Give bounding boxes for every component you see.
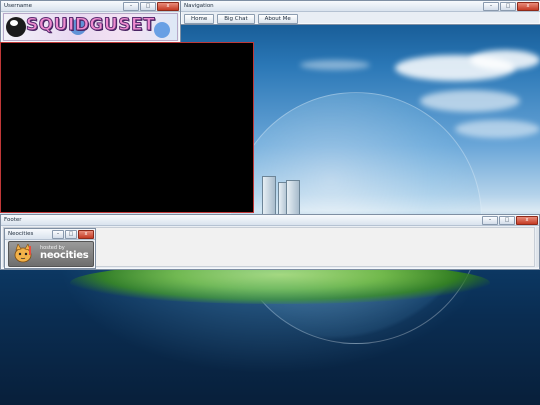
footer-scrollbar[interactable] [536,227,539,267]
neocities-window-title: Neocities [8,231,34,237]
username-banner-text: SQUIDGUSET [25,15,156,36]
nav-home-button[interactable]: Home [184,14,215,24]
minimize-icon[interactable]: – [52,230,64,239]
nav-big-chat-button[interactable]: Big Chat [217,14,255,24]
close-icon[interactable]: x [516,216,538,225]
minimize-icon[interactable]: – [123,2,139,11]
maximize-icon[interactable]: □ [140,2,156,11]
navigation-window: Navigation – □ x Home Big Chat About Me [180,0,540,25]
close-icon[interactable]: x [157,2,179,11]
neocities-cat-icon [14,244,32,263]
username-window: Username – □ x SQUIDGUSET [0,0,181,43]
neocities-window: Neocities – □ x hosted by neocities [4,228,96,269]
close-icon[interactable]: x [78,230,94,239]
maximize-icon[interactable]: □ [65,230,77,239]
neocities-badge[interactable]: hosted by neocities [8,241,94,267]
minimize-icon[interactable]: – [483,2,499,11]
username-window-title: Username [4,3,33,9]
username-banner: SQUIDGUSET [3,13,178,41]
maximize-icon[interactable]: □ [500,2,516,11]
navigation-window-title: Navigation [184,3,214,9]
close-icon[interactable]: x [517,2,539,11]
nav-about-me-button[interactable]: About Me [257,14,298,24]
video-embed[interactable] [0,42,254,213]
username-titlebar[interactable]: Username – □ x [1,1,180,12]
neocities-name: neocities [40,250,89,261]
navigation-titlebar[interactable]: Navigation – □ x [181,1,540,12]
footer-titlebar[interactable]: Footer – □ x [1,215,539,226]
nav-links: Home Big Chat About Me [181,12,540,26]
maximize-icon[interactable]: □ [499,216,515,225]
neocities-titlebar[interactable]: Neocities – □ x [5,229,95,240]
minimize-icon[interactable]: – [482,216,498,225]
footer-window-title: Footer [4,217,22,223]
